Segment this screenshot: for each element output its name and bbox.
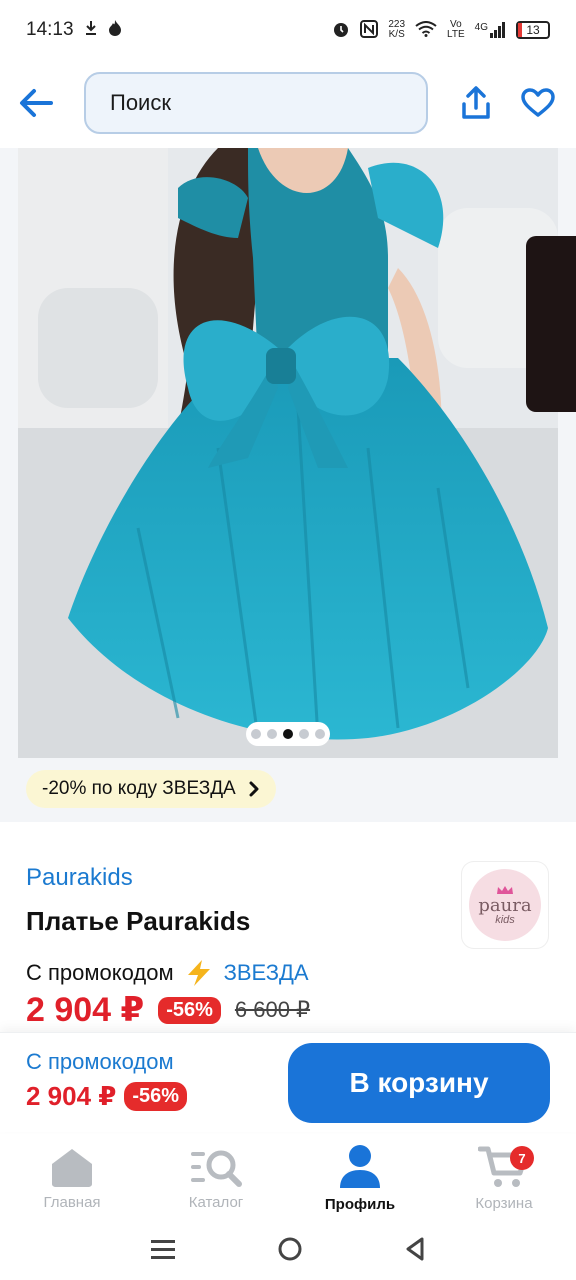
heart-icon bbox=[521, 88, 555, 117]
system-nav-bar bbox=[0, 1222, 576, 1280]
crown-icon bbox=[497, 885, 513, 894]
menu-button[interactable] bbox=[150, 1238, 176, 1265]
triangle-back-icon bbox=[406, 1237, 424, 1260]
price-row: 2 904 ₽ -56% 6 600 ₽ bbox=[26, 995, 550, 1025]
volte-indicator: Vo LTE bbox=[447, 19, 465, 40]
chevron-right-icon bbox=[249, 781, 259, 797]
nav-label-cart: Корзина bbox=[475, 1194, 533, 1212]
nav-item-cart[interactable]: 7 Корзина bbox=[432, 1134, 576, 1222]
status-time: 14:13 bbox=[26, 19, 74, 40]
nav-label-home: Главная bbox=[43, 1193, 101, 1211]
search-input[interactable]: Поиск bbox=[84, 72, 428, 134]
menu-icon bbox=[151, 1239, 176, 1259]
share-icon bbox=[462, 86, 490, 119]
pagination-dot[interactable] bbox=[251, 729, 261, 739]
product-gallery: -20% по коду ЗВЕЗДА bbox=[0, 148, 576, 822]
battery-indicator: 13 bbox=[516, 21, 550, 39]
nav-item-catalog[interactable]: Каталог bbox=[144, 1134, 288, 1222]
product-photo[interactable] bbox=[18, 148, 558, 758]
pagination-dot[interactable] bbox=[267, 729, 277, 739]
promo-code[interactable]: ЗВЕЗДА bbox=[224, 960, 309, 986]
lightning-icon bbox=[187, 960, 210, 986]
arrow-left-icon bbox=[20, 89, 53, 117]
promo-chip-label: -20% по коду ЗВЕЗДА bbox=[42, 778, 236, 799]
brand-logo-image: paura kids bbox=[469, 869, 541, 941]
home-button[interactable] bbox=[277, 1236, 303, 1267]
add-to-cart-button[interactable]: В корзину bbox=[288, 1043, 550, 1123]
alarm-icon bbox=[332, 20, 350, 41]
home-icon bbox=[52, 1148, 92, 1187]
old-price: 6 600 ₽ bbox=[234, 997, 311, 1022]
promo-line: С промокодом ЗВЕЗДА bbox=[26, 959, 550, 987]
cart-count-badge: 7 bbox=[510, 1146, 534, 1170]
wifi-icon bbox=[415, 20, 437, 40]
share-button[interactable] bbox=[458, 83, 494, 123]
current-price: 2 904 ₽ bbox=[26, 995, 145, 1025]
buy-discount-badge: -56% bbox=[124, 1082, 188, 1111]
next-image-preview[interactable] bbox=[526, 236, 576, 412]
discount-badge: -56% bbox=[158, 996, 221, 1024]
back-button[interactable] bbox=[16, 83, 56, 123]
download-icon bbox=[84, 20, 98, 41]
brand-logo[interactable]: paura kids bbox=[462, 862, 548, 948]
pagination-dot-active[interactable] bbox=[283, 729, 293, 739]
product-info-card: Paurakids Платье Paurakids С промокодом … bbox=[0, 836, 576, 1036]
flame-icon bbox=[108, 19, 122, 42]
promo-code-chip[interactable]: -20% по коду ЗВЕЗДА bbox=[26, 770, 276, 808]
top-bar: Поиск bbox=[0, 62, 576, 144]
system-back-button[interactable] bbox=[404, 1236, 426, 1267]
favorite-button[interactable] bbox=[520, 83, 556, 123]
signal-icon: 4G bbox=[475, 22, 506, 38]
buy-price: 2 904 ₽ bbox=[26, 1081, 117, 1111]
status-bar: 14:13 223 K/S Vo LTE 4G 13 bbox=[0, 0, 576, 60]
image-pagination bbox=[246, 722, 330, 746]
pagination-dot[interactable] bbox=[315, 729, 325, 739]
net-speed: 223 K/S bbox=[388, 19, 406, 40]
catalog-icon bbox=[191, 1150, 242, 1187]
nav-label-profile: Профиль bbox=[324, 1195, 396, 1213]
profile-icon bbox=[340, 1144, 380, 1188]
nav-label-catalog: Каталог bbox=[188, 1193, 244, 1211]
promo-label: С промокодом bbox=[26, 960, 174, 985]
bottom-nav: Главная Каталог Профиль 7 Корзина bbox=[0, 1134, 576, 1222]
nav-item-profile[interactable]: Профиль bbox=[288, 1134, 432, 1222]
nav-item-home[interactable]: Главная bbox=[0, 1134, 144, 1222]
circle-home-icon bbox=[278, 1237, 302, 1260]
buy-bar: С промокодом 2 904 ₽ -56% В корзину bbox=[0, 1032, 576, 1132]
nfc-icon bbox=[360, 19, 379, 41]
pagination-dot[interactable] bbox=[299, 729, 309, 739]
